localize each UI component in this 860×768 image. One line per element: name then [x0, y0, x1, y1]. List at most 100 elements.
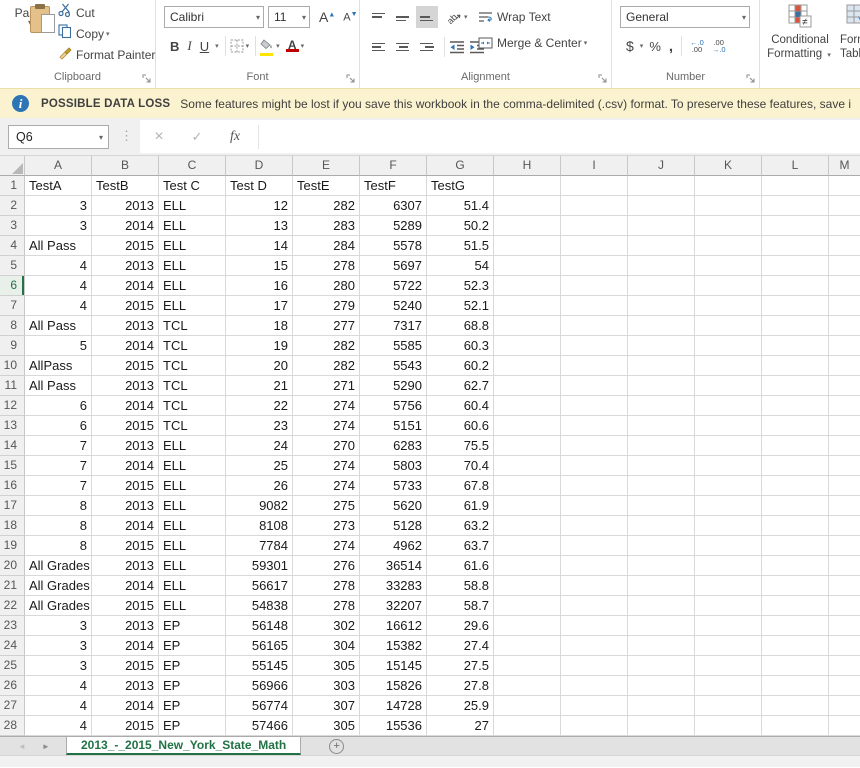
cell[interactable] [561, 196, 628, 216]
cell[interactable] [829, 196, 860, 216]
select-all-corner[interactable] [0, 156, 25, 176]
cell[interactable]: 16612 [360, 616, 427, 636]
row-number[interactable]: 11 [0, 376, 25, 396]
cell[interactable]: 29.6 [427, 616, 494, 636]
cell[interactable] [695, 596, 762, 616]
cell[interactable]: 12 [226, 196, 293, 216]
cell[interactable]: 16 [226, 276, 293, 296]
cell[interactable] [494, 436, 561, 456]
cell[interactable] [561, 516, 628, 536]
cell[interactable] [494, 676, 561, 696]
row-number[interactable]: 1 [0, 176, 25, 196]
cell[interactable] [494, 576, 561, 596]
cell[interactable]: 2014 [92, 456, 159, 476]
cell[interactable]: 5289 [360, 216, 427, 236]
cell[interactable]: All Pass [25, 376, 92, 396]
cell[interactable]: 50.2 [427, 216, 494, 236]
cell[interactable]: ELL [159, 496, 226, 516]
cell[interactable]: 273 [293, 516, 360, 536]
cell[interactable] [628, 216, 695, 236]
clipboard-dialog-launcher-icon[interactable] [142, 74, 152, 84]
cell[interactable]: 3 [25, 616, 92, 636]
cell[interactable] [628, 696, 695, 716]
cell[interactable] [494, 336, 561, 356]
cell[interactable] [561, 496, 628, 516]
cell[interactable]: 3 [25, 636, 92, 656]
cell[interactable]: 2014 [92, 576, 159, 596]
cell[interactable]: 307 [293, 696, 360, 716]
cell[interactable] [695, 716, 762, 736]
cell[interactable]: 7784 [226, 536, 293, 556]
cell[interactable]: ELL [159, 536, 226, 556]
cell[interactable] [628, 516, 695, 536]
cell[interactable]: 70.4 [427, 456, 494, 476]
cell[interactable] [628, 676, 695, 696]
cell[interactable] [695, 296, 762, 316]
cell[interactable]: TestA [25, 176, 92, 196]
cell[interactable]: 277 [293, 316, 360, 336]
column-header[interactable]: H [494, 156, 561, 176]
cell[interactable] [829, 356, 860, 376]
cell[interactable]: 302 [293, 616, 360, 636]
cell[interactable]: ELL [159, 196, 226, 216]
cell[interactable] [762, 416, 829, 436]
cell[interactable] [561, 396, 628, 416]
cell[interactable] [829, 656, 860, 676]
cell[interactable]: 2014 [92, 396, 159, 416]
cell[interactable]: 21 [226, 376, 293, 396]
cell[interactable]: 7 [25, 436, 92, 456]
borders-icon[interactable] [230, 39, 244, 53]
cell[interactable] [829, 716, 860, 736]
cell[interactable]: 276 [293, 556, 360, 576]
cell[interactable]: ELL [159, 456, 226, 476]
fill-color-dropdown-arrow[interactable]: ▾ [274, 42, 282, 50]
column-header[interactable]: G [427, 156, 494, 176]
cell[interactable]: 58.8 [427, 576, 494, 596]
row-number[interactable]: 3 [0, 216, 25, 236]
cell[interactable]: 5290 [360, 376, 427, 396]
cell[interactable]: 14728 [360, 696, 427, 716]
cell[interactable] [628, 376, 695, 396]
cell[interactable] [829, 396, 860, 416]
alignment-dialog-launcher-icon[interactable] [598, 74, 608, 84]
cell[interactable]: 282 [293, 196, 360, 216]
cell[interactable] [762, 356, 829, 376]
italic-button[interactable]: I [183, 37, 195, 55]
cell[interactable] [695, 396, 762, 416]
cell[interactable] [762, 456, 829, 476]
cell[interactable] [762, 336, 829, 356]
cell[interactable]: 2014 [92, 636, 159, 656]
copy-button[interactable]: Copy ▾ [56, 23, 155, 44]
cell[interactable] [494, 616, 561, 636]
cell[interactable]: TCL [159, 396, 226, 416]
cell[interactable] [628, 556, 695, 576]
cell[interactable] [695, 476, 762, 496]
cell[interactable]: 274 [293, 456, 360, 476]
cell[interactable]: 55145 [226, 656, 293, 676]
cell[interactable]: 282 [293, 336, 360, 356]
cell[interactable]: 36514 [360, 556, 427, 576]
cell[interactable] [695, 576, 762, 596]
cell[interactable]: 2015 [92, 416, 159, 436]
font-name-dropdown-arrow[interactable]: ▾ [252, 13, 263, 22]
cell[interactable]: 5697 [360, 256, 427, 276]
cell[interactable]: 27 [427, 716, 494, 736]
cell[interactable]: 15145 [360, 656, 427, 676]
cell[interactable]: 271 [293, 376, 360, 396]
cell[interactable]: 61.6 [427, 556, 494, 576]
cell[interactable]: EP [159, 676, 226, 696]
cell[interactable] [494, 316, 561, 336]
cell[interactable] [628, 436, 695, 456]
row-number[interactable]: 28 [0, 716, 25, 736]
font-dialog-launcher-icon[interactable] [346, 74, 356, 84]
cell[interactable] [829, 216, 860, 236]
cell[interactable] [695, 176, 762, 196]
cell[interactable]: 5722 [360, 276, 427, 296]
cell[interactable]: 20 [226, 356, 293, 376]
cell[interactable] [628, 176, 695, 196]
cell[interactable]: TCL [159, 376, 226, 396]
cell[interactable]: 57466 [226, 716, 293, 736]
middle-align-icon[interactable] [392, 6, 414, 28]
cell[interactable] [762, 656, 829, 676]
cell[interactable] [829, 496, 860, 516]
